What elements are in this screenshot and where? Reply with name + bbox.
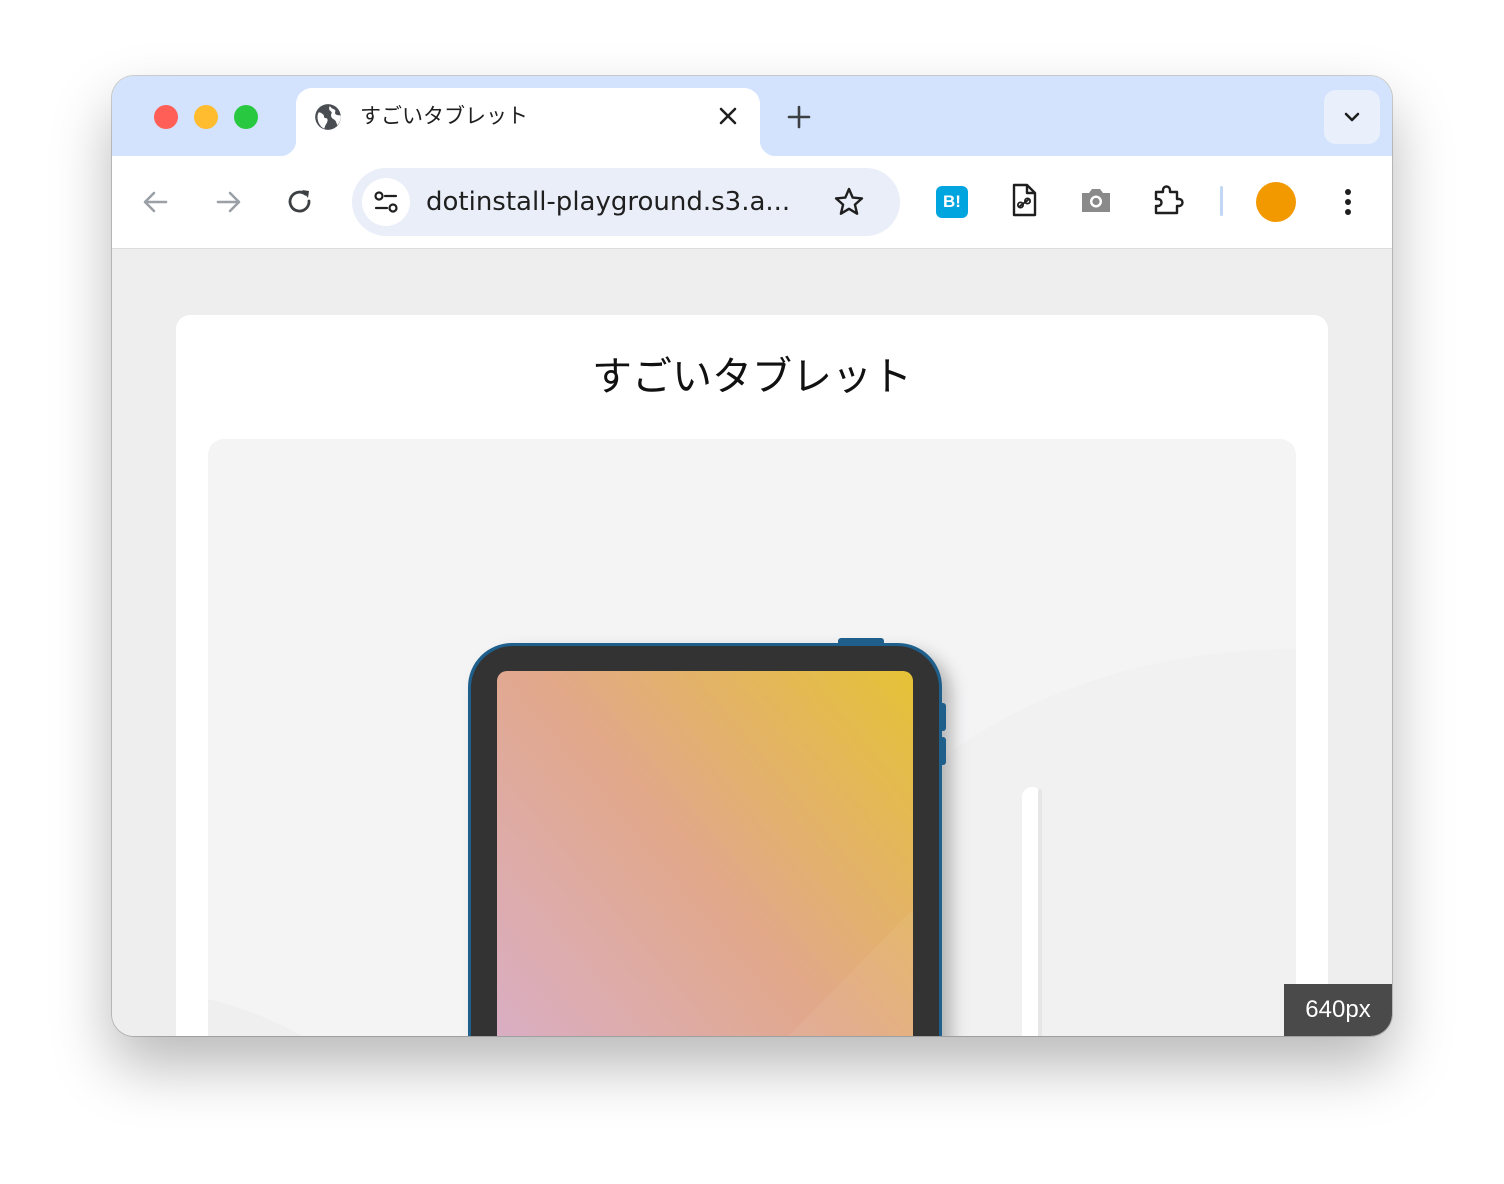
chevron-down-icon — [1344, 112, 1360, 122]
arrow-right-icon[interactable] — [210, 184, 246, 220]
url-text: dotinstall-playground.s3.a... — [426, 187, 791, 217]
close-window-button[interactable] — [154, 105, 178, 129]
new-tab-icon[interactable] — [784, 102, 814, 132]
tab-search-button[interactable] — [1324, 90, 1380, 144]
star-icon[interactable] — [832, 185, 866, 219]
product-card: すごいタブレット — [176, 315, 1328, 1036]
close-tab-icon[interactable] — [714, 102, 742, 130]
browser-window: すごいタブレット dotinstall-playground.s3.a... B… — [112, 76, 1392, 1036]
tablet-illustration — [208, 638, 1296, 1036]
camera-icon[interactable] — [1078, 182, 1114, 218]
more-vert-icon[interactable] — [1334, 182, 1362, 222]
tab-active[interactable]: すごいタブレット — [280, 88, 776, 156]
toolbar-divider — [1220, 186, 1223, 216]
site-info-button[interactable] — [362, 178, 410, 226]
arrow-left-icon[interactable] — [138, 184, 174, 220]
product-image — [208, 439, 1296, 1036]
zoom-window-button[interactable] — [234, 105, 258, 129]
page-viewport: すごいタブレット 640px — [112, 249, 1392, 1036]
hatena-label: B! — [943, 192, 961, 211]
hatena-bookmark-extension[interactable]: B! — [936, 186, 968, 218]
toolbar: dotinstall-playground.s3.a... — [112, 156, 1392, 249]
puzzle-icon[interactable] — [1150, 182, 1186, 218]
reload-icon[interactable] — [282, 184, 318, 220]
viewport-width-indicator: 640px — [1284, 984, 1392, 1036]
profile-avatar[interactable] — [1256, 182, 1296, 222]
page-link-icon[interactable] — [1006, 182, 1042, 218]
tune-icon — [374, 191, 398, 213]
address-bar[interactable]: dotinstall-playground.s3.a... — [352, 168, 900, 236]
tab-strip: すごいタブレット — [112, 76, 1392, 156]
minimize-window-button[interactable] — [194, 105, 218, 129]
tab-title: すごいタブレット — [360, 104, 528, 128]
globe-icon — [315, 104, 341, 130]
page-title: すごいタブレット — [592, 354, 912, 400]
